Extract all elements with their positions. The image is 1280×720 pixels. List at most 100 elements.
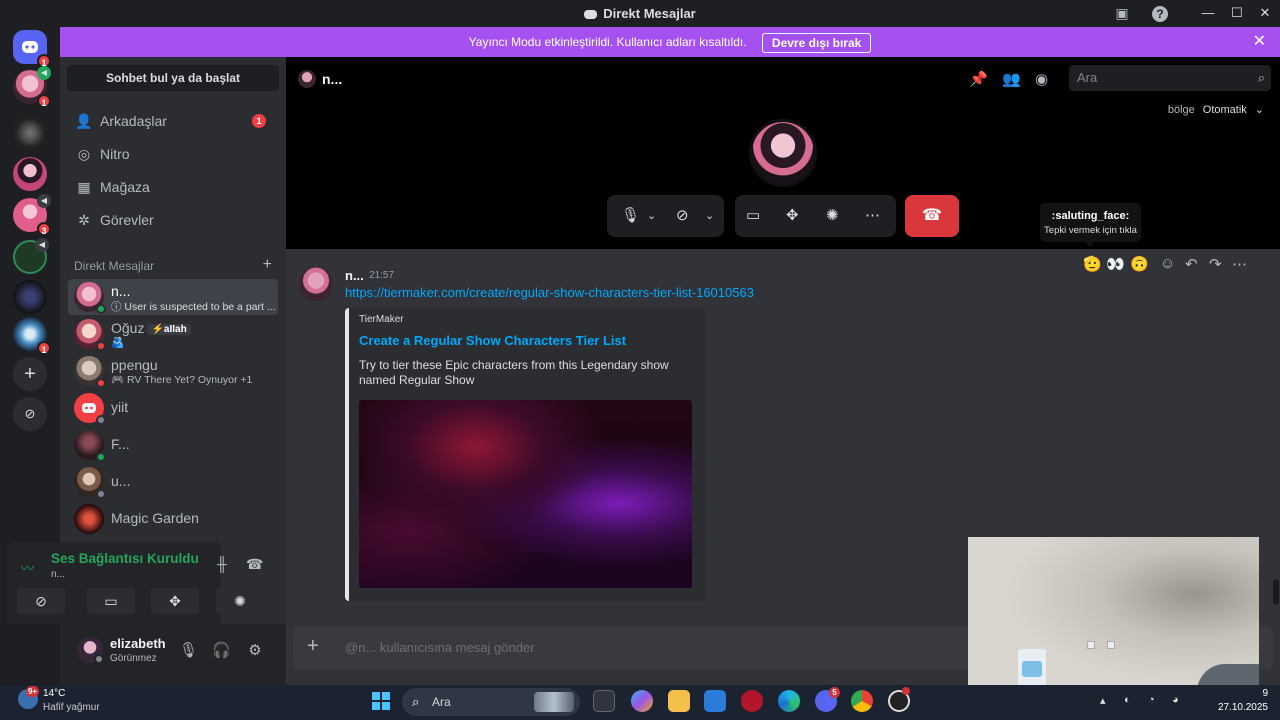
scrollbar[interactable] [1273,579,1279,605]
copilot-icon[interactable] [631,690,653,712]
activities-button[interactable]: ✥ [151,588,199,614]
region-label: bölge [1167,104,1195,116]
activities-icon[interactable]: ✥ [786,206,799,224]
user-panel: elizabeth Görünmez 🎙 🎧 ⚙ [60,624,286,685]
search-input[interactable]: Ara ⌕ [1069,65,1271,91]
discord-badge: 5 [829,687,840,698]
dm-name: n... [111,283,131,299]
nav-quests[interactable]: ✲ Görevler [68,204,278,236]
camera-off-icon[interactable]: ⊘ [676,206,689,224]
attach-plus-icon[interactable]: + [307,635,319,658]
start-button[interactable] [372,692,390,710]
upside-down-face-emoji-icon[interactable]: 🙃 [1130,255,1149,273]
pinned-messages-icon[interactable]: 📌 [969,70,988,88]
microphone-icon[interactable]: 🎙 [621,206,640,224]
add-server-icon[interactable]: + [13,357,47,391]
dm-avatar-pinned[interactable]: ◀ 1 [13,66,51,108]
chevron-down-icon[interactable]: ⌄ [647,209,656,222]
add-reaction-icon[interactable]: ☺ [1160,255,1175,272]
dm-item[interactable]: F... [68,427,278,463]
tray-icon[interactable]: ◕ [1172,694,1179,706]
server-icon[interactable]: ◀ [13,238,49,274]
nav-friends[interactable]: 👤 Arkadaşlar 1 [68,105,278,137]
user-profile-icon[interactable]: ◉ [1035,70,1048,88]
edge-icon[interactable] [778,690,800,712]
tray-icon[interactable]: ◐ [1124,694,1131,706]
find-conversation-button[interactable]: Sohbet bul ya da başlat [67,65,279,91]
nav-shop[interactable]: ▦ Mağaza [68,171,278,203]
add-friends-icon[interactable]: 👥 [1002,70,1021,88]
tray-icon[interactable]: ▴ [1100,694,1106,707]
minimize-button[interactable]: — [1193,4,1223,22]
system-clock[interactable]: 9 27.10.2025 [1218,687,1268,715]
dm-item[interactable]: n... ⓘ User is suspected to be a part ..… [68,279,278,315]
more-options-icon[interactable]: ⋯ [1232,255,1247,273]
file-explorer-icon[interactable] [668,690,690,712]
noise-suppression-icon[interactable]: ╫ [217,556,227,572]
call-participant-avatar[interactable] [749,119,817,187]
tooltip-subtitle: Tepki vermek için tıkla [1044,225,1137,236]
taskbar-search[interactable]: ⌕ Ara [402,688,580,716]
dm-item[interactable]: u... [68,464,278,500]
close-button[interactable]: ✕ [1250,4,1280,22]
message-toolbar: 🫡 👀 🙃 ☺ ↶ ↷ ⋯ [1078,250,1268,278]
inbox-icon[interactable]: ▣ [1112,4,1132,22]
tray-icon[interactable]: ◔ [1148,694,1155,706]
close-banner-icon[interactable]: ✕ [1253,27,1266,57]
store-icon[interactable] [704,690,726,712]
discover-icon[interactable]: ⊘ [13,397,47,431]
soundboard-icon[interactable]: ✺ [826,206,839,224]
dm-subtext: 🫂 [111,337,125,349]
home-button[interactable]: 1 [13,30,51,68]
chevron-down-icon[interactable]: ⌄ [705,209,714,222]
task-view-icon[interactable] [593,690,615,712]
friends-badge: 1 [252,114,266,128]
server-icon[interactable]: ◀ 3 [13,194,51,236]
server-icon[interactable] [13,116,47,150]
message-author[interactable]: n... [345,268,364,283]
microphone-icon[interactable]: 🎙 [179,641,198,659]
disconnect-icon[interactable]: ☎ [246,556,263,573]
audio-video-controls: 🎙 ⌄ ⊘ ⌄ [607,195,724,237]
app-icon[interactable] [741,690,763,712]
dm-item[interactable]: yiit [68,390,278,426]
nav-nitro[interactable]: ◎ Nitro [68,138,278,170]
clock-date: 27.10.2025 [1217,702,1268,713]
status-offline-icon [96,489,106,499]
friends-icon: 👤 [75,113,93,129]
headphones-icon[interactable]: 🎧 [212,641,231,659]
server-icon[interactable] [13,280,47,314]
end-call-button[interactable]: ☎ [905,195,959,237]
dm-item[interactable]: ppengu 🎮 RV There Yet? Oynuyor +1 [68,353,278,389]
share-screen-button[interactable]: ▭ [87,588,135,614]
username: elizabeth [110,636,166,651]
dm-item[interactable]: Magic Garden [68,501,278,537]
message-link[interactable]: https://tiermaker.com/create/regular-sho… [345,285,754,300]
create-dm-icon[interactable]: + [263,256,272,274]
dm-item[interactable]: Oğuz ⚡aIIah 🫂 [68,316,278,352]
soundboard-button[interactable]: ✺ [216,588,264,614]
settings-gear-icon[interactable]: ⚙ [246,641,264,659]
eyes-emoji-icon[interactable]: 👀 [1106,255,1125,273]
server-icon[interactable] [13,157,47,191]
reply-icon[interactable]: ↶ [1185,255,1198,273]
avatar[interactable] [299,267,333,301]
more-options-icon[interactable]: ⋯ [865,206,880,224]
maximize-button[interactable]: ☐ [1222,4,1252,22]
share-screen-icon[interactable]: ▭ [746,206,760,224]
forward-icon[interactable]: ↷ [1209,255,1222,273]
shop-icon: ▦ [77,179,91,195]
embed-image[interactable] [359,400,692,588]
toggle-camera-button[interactable]: ⊘ [17,588,65,614]
status-online-icon [96,452,106,462]
message-input[interactable]: @n... kullanıcısına mesaj gönder [345,640,535,655]
disable-streamer-mode-button[interactable]: Devre dışı bırak [761,32,872,53]
server-icon[interactable]: 1 [13,317,51,355]
embed-title[interactable]: Create a Regular Show Characters Tier Li… [359,333,626,348]
chrome-icon[interactable] [851,690,873,712]
region-value: Otomatik [1202,104,1247,116]
help-icon[interactable]: ? [1152,6,1168,22]
camera-preview[interactable] [968,537,1259,700]
region-selector[interactable]: bölge Otomatik ⌄ [1168,103,1264,116]
saluting-face-emoji-icon[interactable]: 🫡 [1083,255,1102,273]
